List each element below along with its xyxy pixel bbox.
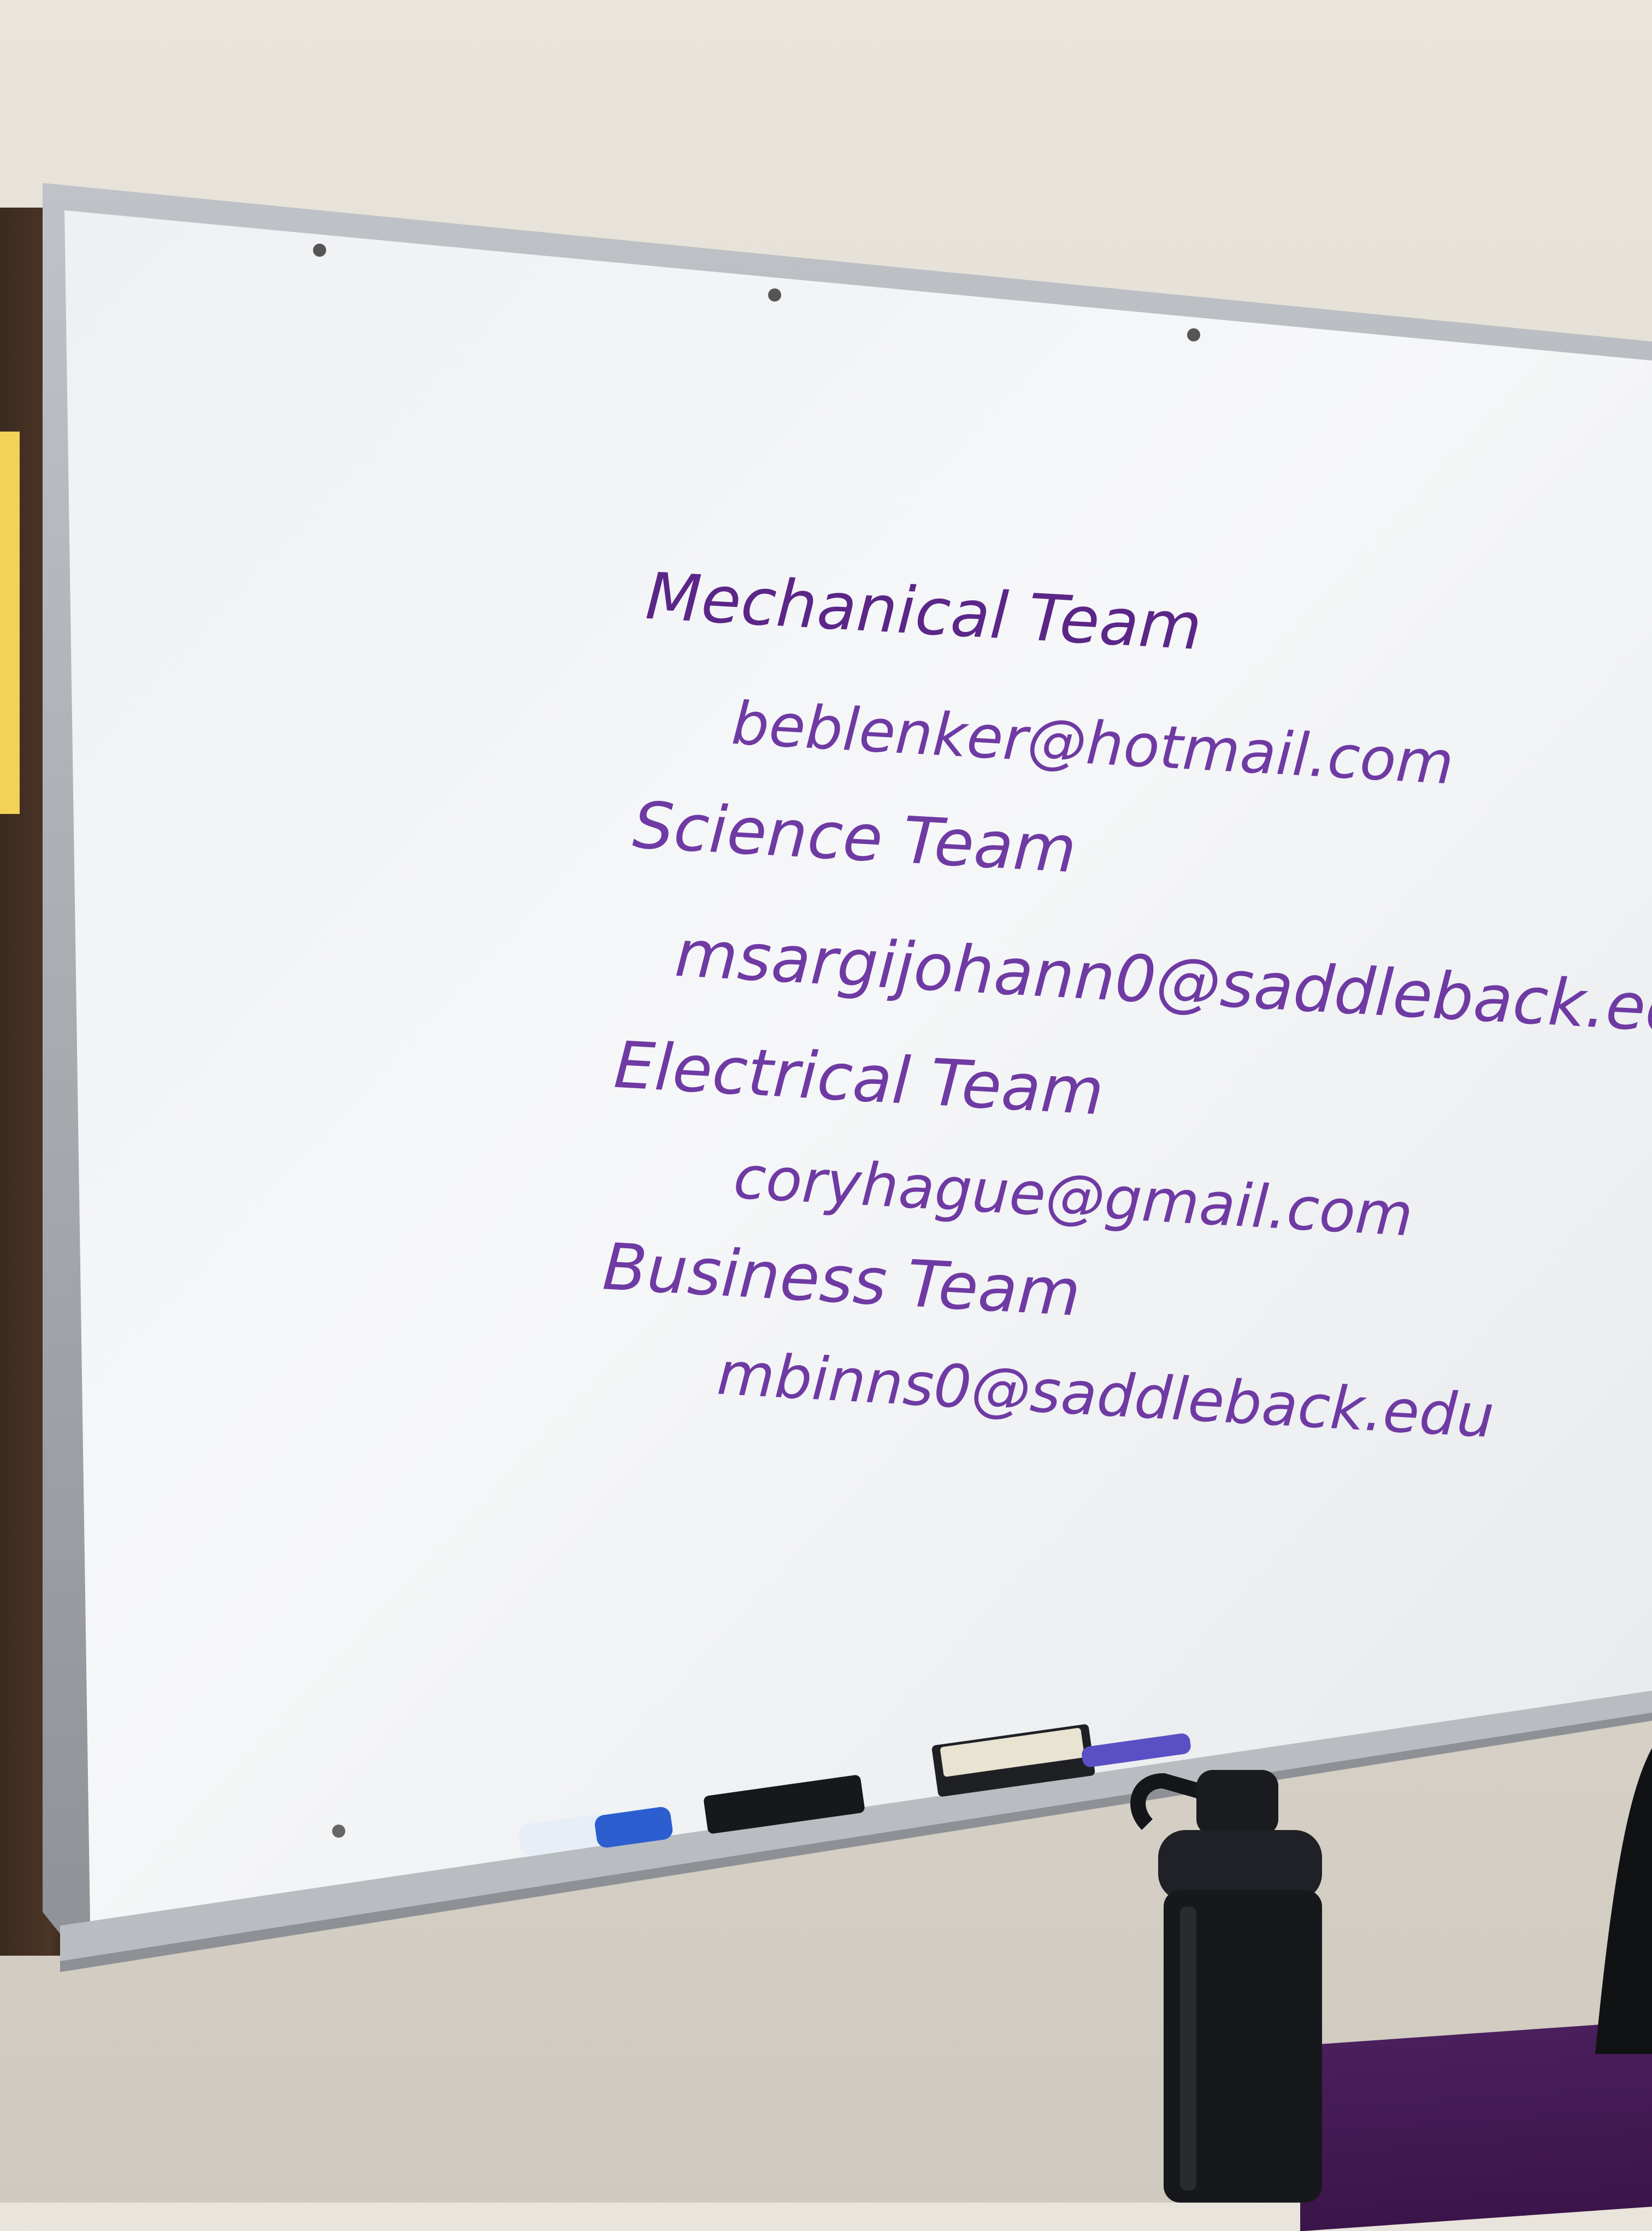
whiteboard: Mechanical Team beblenker@hotmail.com Sc… <box>43 183 1652 1972</box>
water-bottle <box>1130 1770 1322 2203</box>
photo-scene: Mechanical Team beblenker@hotmail.com Sc… <box>0 0 1652 2231</box>
person-jacket <box>1595 1748 1652 2054</box>
